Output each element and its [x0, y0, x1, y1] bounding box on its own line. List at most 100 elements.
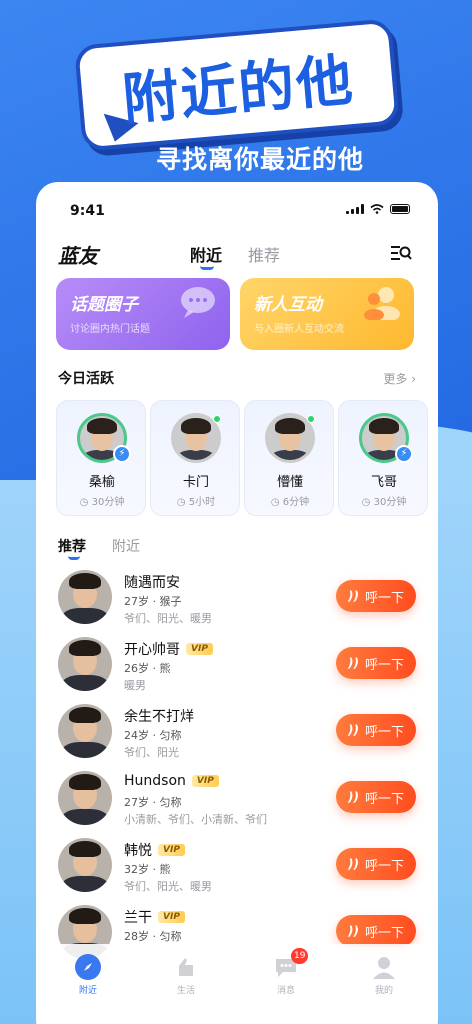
active-user-time: ◷ 30分钟 — [57, 493, 147, 508]
avatar — [58, 570, 112, 624]
call-button[interactable]: )) 呼一下 — [336, 647, 416, 679]
tabbar-label: 消息 — [276, 986, 295, 996]
more-label: 更多 — [383, 372, 408, 386]
user-name: 兰干 VIP — [124, 907, 185, 927]
list-item[interactable]: 韩悦 VIP 32岁 · 熊 爷们、阳光、暖男 )) 呼一下 — [36, 836, 438, 902]
user-meta: 28岁 · 匀称 — [124, 930, 182, 943]
call-button[interactable]: )) 呼一下 — [336, 915, 416, 947]
phone-screen: 9:41 蓝友 附近 推荐 话题圈子 讨论圈内热门话题 新人互动 与入圈新人互动… — [36, 182, 438, 1024]
active-user-card[interactable]: 卡门 ◷ 5小时 — [150, 400, 240, 516]
chevron-right-icon: › — [411, 372, 416, 386]
topic-circle-title: 话题圈子 — [70, 295, 138, 315]
tab-recommend[interactable]: 推荐 — [248, 242, 280, 266]
active-user-card[interactable]: ⚡ 桑榆 ◷ 30分钟 — [56, 400, 146, 516]
newcomer-title: 新人互动 — [254, 295, 322, 315]
people-icon — [364, 287, 400, 320]
user-meta: 24岁 · 匀称 — [124, 729, 182, 742]
avatar — [58, 704, 112, 758]
call-button[interactable]: )) 呼一下 — [336, 781, 416, 813]
compass-icon — [75, 954, 101, 980]
wave-icon: )) — [348, 790, 359, 804]
bottom-tabbar: 附近 生活 19 消息 我的 — [36, 944, 438, 1004]
call-button[interactable]: )) 呼一下 — [336, 714, 416, 746]
more-link[interactable]: 更多 › — [383, 370, 416, 387]
feature-cards: 话题圈子 讨论圈内热门话题 新人互动 与入圈新人互动交流 — [56, 278, 418, 350]
user-tags: 爷们、阳光、暖男 — [124, 880, 212, 893]
app-brand: 蓝友 — [58, 244, 98, 268]
active-user-time: ◷ 5小时 — [151, 493, 241, 508]
vip-badge: VIP — [191, 775, 219, 787]
user-name-text: 兰干 — [124, 910, 152, 926]
active-user-card[interactable]: ⚡ 飞哥 ◷ 30分钟 — [338, 400, 428, 516]
call-button[interactable]: )) 呼一下 — [336, 848, 416, 880]
status-bar: 9:41 — [36, 182, 438, 238]
user-meta: 27岁 · 匀称 — [124, 796, 182, 809]
user-tags: 爷们、阳光 — [124, 746, 179, 759]
user-tags: 爷们、阳光、暖男 — [124, 612, 212, 625]
list-item[interactable]: Hundson VIP 27岁 · 匀称 小清新、爷们、小清新、爷们 )) 呼一下 — [36, 769, 438, 835]
battery-icon — [390, 204, 410, 214]
filter-search-icon[interactable] — [390, 244, 412, 262]
vip-badge: VIP — [158, 911, 185, 923]
online-dot-icon — [213, 415, 221, 423]
today-active-title: 今日活跃 — [58, 371, 114, 387]
tabbar-item-profile[interactable]: 我的 — [354, 954, 414, 996]
tab-nearby[interactable]: 附近 — [190, 242, 222, 266]
status-icons — [346, 204, 410, 214]
call-button-label: 呼一下 — [364, 925, 404, 941]
call-button[interactable]: )) 呼一下 — [336, 580, 416, 612]
wifi-icon — [370, 204, 384, 214]
vip-badge: VIP — [158, 844, 185, 856]
user-name-text: 随遇而安 — [124, 575, 180, 591]
wave-icon: )) — [348, 857, 359, 871]
lightning-icon: ⚡ — [395, 445, 413, 463]
active-user-time-value: 5小时 — [188, 497, 216, 508]
profile-icon — [371, 954, 397, 980]
promo-subtitle: 寻找离你最近的他 — [155, 145, 364, 174]
user-meta: 26岁 · 熊 — [124, 662, 171, 675]
wave-icon: )) — [348, 656, 359, 670]
today-active-list: ⚡ 桑榆 ◷ 30分钟 卡门 ◷ 5小时 懵懂 ◷ 6分钟 ⚡ 飞哥 ◷ 30分… — [56, 400, 438, 518]
active-user-time: ◷ 30分钟 — [339, 493, 429, 508]
user-name: Hundson VIP — [124, 773, 219, 789]
user-name-text: 余生不打烊 — [124, 709, 194, 725]
topic-circle-card[interactable]: 话题圈子 讨论圈内热门话题 — [56, 278, 230, 350]
list-item[interactable]: 余生不打烊 24岁 · 匀称 爷们、阳光 )) 呼一下 — [36, 702, 438, 768]
active-user-name: 卡门 — [182, 475, 209, 490]
tab-nearby-indicator — [200, 266, 214, 270]
clock-icon: ◷ — [270, 497, 280, 508]
tabbar-item-messages[interactable]: 19 消息 — [256, 948, 316, 996]
avatar — [58, 771, 112, 825]
top-header: 蓝友 附近 推荐 — [36, 240, 438, 280]
list-tab-nearby[interactable]: 附近 — [112, 536, 140, 556]
wave-icon: )) — [348, 589, 359, 603]
user-name-text: Hundson — [124, 773, 186, 789]
active-user-name: 飞哥 — [370, 475, 397, 490]
tabbar-item-life[interactable]: 生活 — [156, 954, 216, 996]
call-button-label: 呼一下 — [364, 858, 404, 874]
list-item[interactable]: 随遇而安 27岁 · 猴子 爷们、阳光、暖男 )) 呼一下 — [36, 568, 438, 634]
call-button-label: 呼一下 — [364, 657, 404, 673]
tabbar-label: 附近 — [78, 986, 97, 996]
user-name: 余生不打烊 — [124, 706, 194, 726]
newcomer-card[interactable]: 新人互动 与入圈新人互动交流 — [240, 278, 414, 350]
tabbar-item-nearby[interactable]: 附近 — [58, 954, 118, 996]
list-tab-recommend[interactable]: 推荐 — [58, 536, 86, 556]
active-user-name: 桑榆 — [88, 475, 115, 490]
active-user-card[interactable]: 懵懂 ◷ 6分钟 — [244, 400, 334, 516]
lightning-icon: ⚡ — [113, 445, 131, 463]
list-tabs: 推荐 附近 — [58, 536, 258, 564]
active-user-time: ◷ 6分钟 — [245, 493, 335, 508]
wave-icon: )) — [348, 723, 359, 737]
call-button-label: 呼一下 — [364, 791, 404, 807]
tabbar-label: 我的 — [374, 986, 393, 996]
status-time: 9:41 — [70, 203, 105, 219]
call-button-label: 呼一下 — [364, 724, 404, 740]
avatar — [58, 637, 112, 691]
signal-icon — [346, 204, 364, 214]
call-button-label: 呼一下 — [364, 590, 404, 606]
user-meta: 32岁 · 熊 — [124, 863, 171, 876]
list-item[interactable]: 开心帅哥 VIP 26岁 · 熊 暖男 )) 呼一下 — [36, 635, 438, 701]
clock-icon: ◷ — [361, 497, 371, 508]
user-name: 随遇而安 — [124, 572, 180, 592]
